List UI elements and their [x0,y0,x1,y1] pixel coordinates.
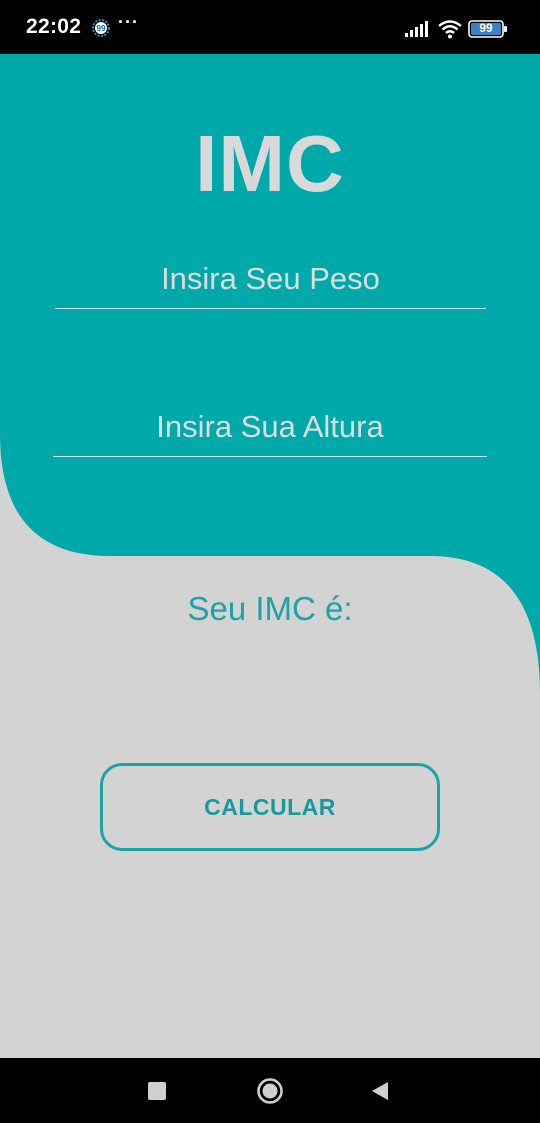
signal-icon [405,21,428,37]
notification-badge-icon: 99 [92,19,110,37]
recent-apps-icon[interactable] [148,1082,166,1100]
svg-text:99: 99 [97,24,106,33]
weight-input[interactable] [55,250,486,309]
status-time: 22:02 [26,15,82,38]
status-bar: 22:02 99 ··· 99 [0,0,540,54]
calculate-button[interactable]: CALCULAR [100,763,440,851]
app-title: IMC [195,119,345,208]
height-input[interactable] [53,398,487,457]
battery-level: 99 [479,21,493,35]
result-label: Seu IMC é: [187,590,353,627]
back-icon[interactable] [370,1080,390,1102]
wifi-icon [438,20,462,39]
more-notifications-icon: ··· [118,12,139,32]
navigation-bar [0,1058,540,1123]
home-icon[interactable] [256,1077,284,1105]
